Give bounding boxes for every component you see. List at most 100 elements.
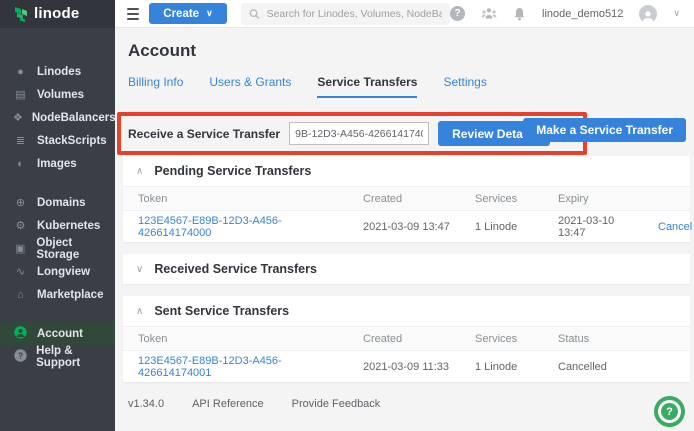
sidebar-item-nodebalancers[interactable]: ❖ NodeBalancers (0, 106, 115, 129)
sidebar-item-domains[interactable]: ⊕ Domains (0, 191, 115, 214)
create-button[interactable]: Create ∨ (149, 3, 226, 24)
api-reference-link[interactable]: API Reference (192, 398, 264, 410)
object-storage-bucket-icon: ▣ (13, 242, 27, 255)
sidebar-item-marketplace[interactable]: ⌂ Marketplace (0, 283, 115, 306)
sidebar-item-stackscripts[interactable]: ≣ StackScripts (0, 129, 115, 152)
username[interactable]: linode_demo512 (542, 8, 623, 20)
search-input[interactable] (267, 8, 442, 20)
nodebalancers-icon: ❖ (13, 111, 23, 124)
pending-transfers-card: ∧ Pending Service Transfers Token Create… (123, 156, 690, 242)
column-header-created[interactable]: Created (348, 333, 460, 345)
column-header-token[interactable]: Token (123, 333, 348, 345)
expiry-cell: 2021-03-10 13:47 (543, 215, 643, 239)
status-cell: Cancelled (543, 361, 690, 373)
sidebar-item-label: Help & Support (36, 345, 115, 369)
sidebar-group-gap (0, 306, 115, 322)
svg-text:?: ? (17, 350, 22, 360)
token-link[interactable]: 123E4567-E89B-12D3-A456-426614174000 (138, 215, 282, 239)
images-icon: ◐ (13, 158, 28, 170)
sidebar-group-gap (0, 175, 115, 191)
sidebar-item-longview[interactable]: ∿ Longview (0, 260, 115, 283)
avatar-person-icon (641, 9, 655, 23)
linode-logo[interactable]: linode (0, 0, 115, 28)
cancel-button[interactable]: Cancel (658, 221, 692, 233)
tab-settings[interactable]: Settings (443, 75, 486, 98)
notification-bell-icon[interactable] (513, 7, 526, 21)
main-content: Account Billing Info Users & Grants Serv… (115, 28, 694, 431)
help-circle-icon: ? (13, 349, 27, 365)
account-person-icon (13, 326, 28, 342)
pending-transfers-header[interactable]: ∧ Pending Service Transfers (123, 156, 690, 186)
sidebar-item-volumes[interactable]: ▤ Volumes (0, 83, 115, 106)
tab-users-grants[interactable]: Users & Grants (209, 75, 291, 98)
collapse-chevron-up-icon: ∧ (136, 306, 143, 317)
user-menu-chevron-icon[interactable]: ∨ (673, 8, 680, 19)
sent-transfers-header[interactable]: ∧ Sent Service Transfers (123, 296, 690, 326)
column-header-expiry[interactable]: Expiry (543, 193, 643, 205)
section-title: Sent Service Transfers (154, 304, 289, 318)
linode-logo-icon (14, 6, 29, 22)
sidebar-item-account[interactable]: Account (0, 322, 115, 345)
section-title: Received Service Transfers (154, 262, 317, 276)
chat-bubble-icon: ? (658, 400, 681, 423)
section-title: Pending Service Transfers (154, 164, 311, 178)
transfer-token-input[interactable] (289, 122, 429, 145)
received-transfers-card: ∨ Received Service Transfers (123, 254, 690, 284)
sidebar-item-label: Volumes (37, 89, 84, 101)
received-transfers-header[interactable]: ∨ Received Service Transfers (123, 254, 690, 284)
highlight-annotation-box: Receive a Service Transfer Review Detail… (117, 112, 587, 155)
tab-billing-info[interactable]: Billing Info (128, 75, 183, 98)
sidebar-item-images[interactable]: ◐ Images (0, 152, 115, 175)
sidebar-item-label: Marketplace (37, 289, 103, 301)
expand-chevron-down-icon: ∨ (136, 264, 143, 275)
sidebar-item-label: Domains (37, 197, 86, 209)
sidebar-item-label: Images (37, 158, 77, 170)
pending-table-header: Token Created Services Expiry (123, 186, 690, 211)
community-icon[interactable] (481, 7, 497, 20)
create-button-label: Create (163, 8, 199, 20)
sidebar-item-kubernetes[interactable]: ⚙ Kubernetes (0, 214, 115, 237)
footer: v1.34.0 API Reference Provide Feedback (128, 398, 694, 410)
sidebar-item-object-storage[interactable]: ▣ Object Storage (0, 237, 115, 260)
created-cell: 2021-03-09 13:47 (348, 221, 460, 233)
token-link[interactable]: 123E4567-E89B-12D3-A456-426614174001 (138, 355, 282, 379)
tab-service-transfers[interactable]: Service Transfers (317, 75, 417, 98)
sidebar-item-label: Longview (37, 266, 90, 278)
sent-table-header: Token Created Services Status (123, 326, 690, 351)
stackscripts-icon: ≣ (13, 134, 28, 147)
avatar[interactable] (639, 5, 657, 23)
collapse-chevron-up-icon: ∧ (136, 166, 143, 177)
sidebar-item-label: Account (37, 328, 83, 340)
make-service-transfer-button[interactable]: Make a Service Transfer (523, 118, 686, 142)
column-header-status[interactable]: Status (543, 333, 690, 345)
sidebar-item-label: Linodes (37, 66, 81, 78)
sidebar-item-label: NodeBalancers (32, 112, 116, 124)
menu-hamburger-icon[interactable] (127, 5, 139, 23)
help-icon[interactable]: ? (450, 6, 465, 21)
sidebar-item-help-support[interactable]: ? Help & Support (0, 345, 115, 368)
sent-transfers-card: ∧ Sent Service Transfers Token Created S… (123, 296, 690, 382)
logo-text: linode (34, 5, 79, 22)
column-header-created[interactable]: Created (348, 193, 460, 205)
domains-globe-icon: ⊕ (13, 196, 28, 209)
linode-cube-icon: ● (13, 66, 28, 78)
page-title: Account (128, 41, 694, 61)
help-chat-button[interactable]: ? (654, 396, 685, 427)
provide-feedback-link[interactable]: Provide Feedback (292, 398, 381, 410)
created-cell: 2021-03-09 11:33 (348, 361, 460, 373)
services-cell: 1 Linode (460, 361, 543, 373)
sidebar-item-linodes[interactable]: ● Linodes (0, 60, 115, 83)
table-row: 123E4567-E89B-12D3-A456-426614174001 202… (123, 351, 690, 382)
receive-transfer-label: Receive a Service Transfer (128, 127, 280, 141)
column-header-token[interactable]: Token (123, 193, 348, 205)
sidebar-nav: ● Linodes ▤ Volumes ❖ NodeBalancers ≣ St… (0, 28, 115, 431)
table-row: 123E4567-E89B-12D3-A456-426614174000 202… (123, 211, 690, 242)
column-header-services[interactable]: Services (460, 333, 543, 345)
services-cell: 1 Linode (460, 221, 543, 233)
volumes-icon: ▤ (13, 88, 28, 101)
column-header-services[interactable]: Services (460, 193, 543, 205)
kubernetes-icon: ⚙ (13, 219, 28, 232)
tab-bar: Billing Info Users & Grants Service Tran… (128, 75, 694, 98)
search-bar[interactable] (241, 3, 450, 25)
sidebar-item-label: StackScripts (37, 135, 107, 147)
